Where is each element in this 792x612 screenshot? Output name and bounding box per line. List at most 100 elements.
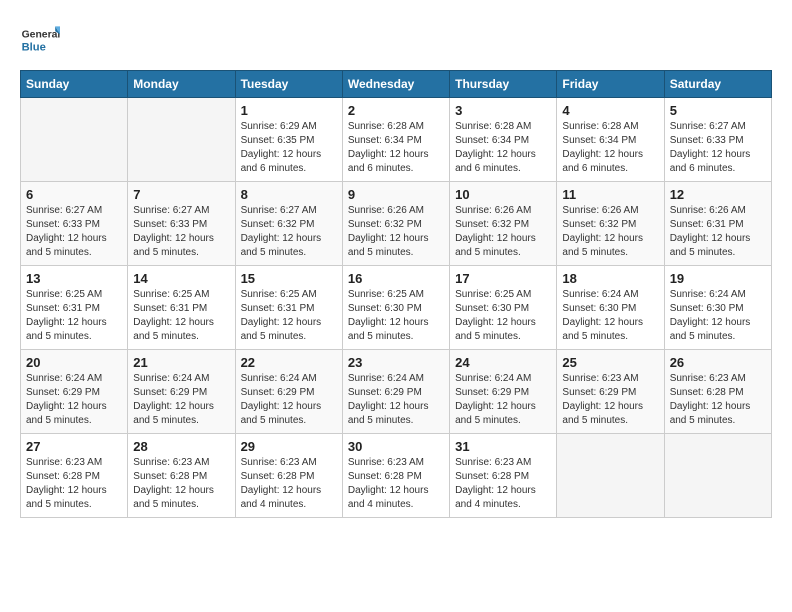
day-number: 7 [133,187,229,202]
day-cell: 13 Sunrise: 6:25 AM Sunset: 6:31 PM Dayli… [21,266,128,350]
day-info: Sunrise: 6:26 AM Sunset: 6:32 PM Dayligh… [455,204,551,260]
day-cell [21,98,128,182]
day-cell: 17 Sunrise: 6:25 AM Sunset: 6:30 PM Dayli… [450,266,557,350]
day-info: Sunrise: 6:26 AM Sunset: 6:32 PM Dayligh… [348,204,444,260]
day-number: 9 [348,187,444,202]
day-cell: 16 Sunrise: 6:25 AM Sunset: 6:30 PM Dayli… [342,266,449,350]
day-info: Sunrise: 6:24 AM Sunset: 6:29 PM Dayligh… [26,372,122,428]
week-row-4: 27 Sunrise: 6:23 AM Sunset: 6:28 PM Dayli… [21,434,772,518]
header-day-sunday: Sunday [21,71,128,98]
day-cell: 4 Sunrise: 6:28 AM Sunset: 6:34 PM Daylig… [557,98,664,182]
day-cell: 11 Sunrise: 6:26 AM Sunset: 6:32 PM Dayli… [557,182,664,266]
logo-icon: General Blue [20,20,60,60]
day-info: Sunrise: 6:29 AM Sunset: 6:35 PM Dayligh… [241,120,337,176]
header-row: SundayMondayTuesdayWednesdayThursdayFrid… [21,71,772,98]
day-info: Sunrise: 6:24 AM Sunset: 6:30 PM Dayligh… [670,288,766,344]
day-info: Sunrise: 6:23 AM Sunset: 6:28 PM Dayligh… [133,456,229,512]
day-cell: 5Sunrise: 6:27 AM Sunset: 6:33 PM Daylig… [664,98,771,182]
logo: General Blue [20,20,64,60]
header-day-monday: Monday [128,71,235,98]
day-info: Sunrise: 6:27 AM Sunset: 6:33 PM Dayligh… [133,204,229,260]
week-row-1: 6Sunrise: 6:27 AM Sunset: 6:33 PM Daylig… [21,182,772,266]
svg-text:General: General [22,30,60,41]
day-info: Sunrise: 6:27 AM Sunset: 6:33 PM Dayligh… [26,204,122,260]
day-cell: 3 Sunrise: 6:28 AM Sunset: 6:34 PM Daylig… [450,98,557,182]
day-number: 29 [241,439,337,454]
day-info: Sunrise: 6:23 AM Sunset: 6:28 PM Dayligh… [670,372,766,428]
day-info: Sunrise: 6:23 AM Sunset: 6:28 PM Dayligh… [241,456,337,512]
day-cell: 14 Sunrise: 6:25 AM Sunset: 6:31 PM Dayli… [128,266,235,350]
day-info: Sunrise: 6:26 AM Sunset: 6:32 PM Dayligh… [562,204,658,260]
day-cell: 24 Sunrise: 6:24 AM Sunset: 6:29 PM Dayli… [450,350,557,434]
day-number: 25 [562,355,658,370]
day-info: Sunrise: 6:25 AM Sunset: 6:31 PM Dayligh… [26,288,122,344]
day-cell: 31 Sunrise: 6:23 AM Sunset: 6:28 PM Dayli… [450,434,557,518]
day-cell: 1Sunrise: 6:29 AM Sunset: 6:35 PM Daylig… [235,98,342,182]
day-number: 17 [455,271,551,286]
day-number: 28 [133,439,229,454]
day-cell: 22 Sunrise: 6:24 AM Sunset: 6:29 PM Dayli… [235,350,342,434]
day-cell [557,434,664,518]
day-number: 13 [26,271,122,286]
day-info: Sunrise: 6:27 AM Sunset: 6:32 PM Dayligh… [241,204,337,260]
day-number: 24 [455,355,551,370]
day-cell: 26 Sunrise: 6:23 AM Sunset: 6:28 PM Dayli… [664,350,771,434]
day-number: 2 [348,103,444,118]
day-info: Sunrise: 6:23 AM Sunset: 6:28 PM Dayligh… [455,456,551,512]
day-number: 3 [455,103,551,118]
day-info: Sunrise: 6:28 AM Sunset: 6:34 PM Dayligh… [455,120,551,176]
header-day-thursday: Thursday [450,71,557,98]
day-number: 22 [241,355,337,370]
calendar-header: SundayMondayTuesdayWednesdayThursdayFrid… [21,71,772,98]
day-cell: 8 Sunrise: 6:27 AM Sunset: 6:32 PM Daylig… [235,182,342,266]
day-number: 16 [348,271,444,286]
day-cell: 6Sunrise: 6:27 AM Sunset: 6:33 PM Daylig… [21,182,128,266]
day-cell: 18Sunrise: 6:24 AM Sunset: 6:30 PM Dayli… [557,266,664,350]
day-cell: 15Sunrise: 6:25 AM Sunset: 6:31 PM Dayli… [235,266,342,350]
day-cell: 25 Sunrise: 6:23 AM Sunset: 6:29 PM Dayli… [557,350,664,434]
day-info: Sunrise: 6:23 AM Sunset: 6:29 PM Dayligh… [562,372,658,428]
day-number: 20 [26,355,122,370]
day-info: Sunrise: 6:25 AM Sunset: 6:31 PM Dayligh… [133,288,229,344]
day-cell [664,434,771,518]
day-number: 15 [241,271,337,286]
day-info: Sunrise: 6:26 AM Sunset: 6:31 PM Dayligh… [670,204,766,260]
day-info: Sunrise: 6:24 AM Sunset: 6:30 PM Dayligh… [562,288,658,344]
day-number: 27 [26,439,122,454]
day-number: 14 [133,271,229,286]
day-info: Sunrise: 6:24 AM Sunset: 6:29 PM Dayligh… [348,372,444,428]
day-cell: 27 Sunrise: 6:23 AM Sunset: 6:28 PM Dayli… [21,434,128,518]
day-info: Sunrise: 6:24 AM Sunset: 6:29 PM Dayligh… [133,372,229,428]
day-info: Sunrise: 6:24 AM Sunset: 6:29 PM Dayligh… [455,372,551,428]
day-number: 21 [133,355,229,370]
week-row-3: 20 Sunrise: 6:24 AM Sunset: 6:29 PM Dayli… [21,350,772,434]
day-info: Sunrise: 6:28 AM Sunset: 6:34 PM Dayligh… [562,120,658,176]
day-info: Sunrise: 6:23 AM Sunset: 6:28 PM Dayligh… [348,456,444,512]
day-number: 12 [670,187,766,202]
svg-text:Blue: Blue [22,41,46,53]
day-cell: 29 Sunrise: 6:23 AM Sunset: 6:28 PM Dayli… [235,434,342,518]
day-info: Sunrise: 6:25 AM Sunset: 6:30 PM Dayligh… [455,288,551,344]
day-number: 10 [455,187,551,202]
day-cell: 20 Sunrise: 6:24 AM Sunset: 6:29 PM Dayli… [21,350,128,434]
day-info: Sunrise: 6:28 AM Sunset: 6:34 PM Dayligh… [348,120,444,176]
day-number: 31 [455,439,551,454]
day-cell: 9 Sunrise: 6:26 AM Sunset: 6:32 PM Daylig… [342,182,449,266]
header-day-saturday: Saturday [664,71,771,98]
day-info: Sunrise: 6:23 AM Sunset: 6:28 PM Dayligh… [26,456,122,512]
day-number: 4 [562,103,658,118]
day-number: 30 [348,439,444,454]
day-cell: 19 Sunrise: 6:24 AM Sunset: 6:30 PM Dayli… [664,266,771,350]
day-number: 23 [348,355,444,370]
day-cell: 7 Sunrise: 6:27 AM Sunset: 6:33 PM Daylig… [128,182,235,266]
day-number: 11 [562,187,658,202]
day-number: 19 [670,271,766,286]
header-day-friday: Friday [557,71,664,98]
day-number: 8 [241,187,337,202]
day-info: Sunrise: 6:24 AM Sunset: 6:29 PM Dayligh… [241,372,337,428]
week-row-0: 1Sunrise: 6:29 AM Sunset: 6:35 PM Daylig… [21,98,772,182]
day-cell [128,98,235,182]
day-number: 5 [670,103,766,118]
day-number: 26 [670,355,766,370]
day-info: Sunrise: 6:25 AM Sunset: 6:30 PM Dayligh… [348,288,444,344]
